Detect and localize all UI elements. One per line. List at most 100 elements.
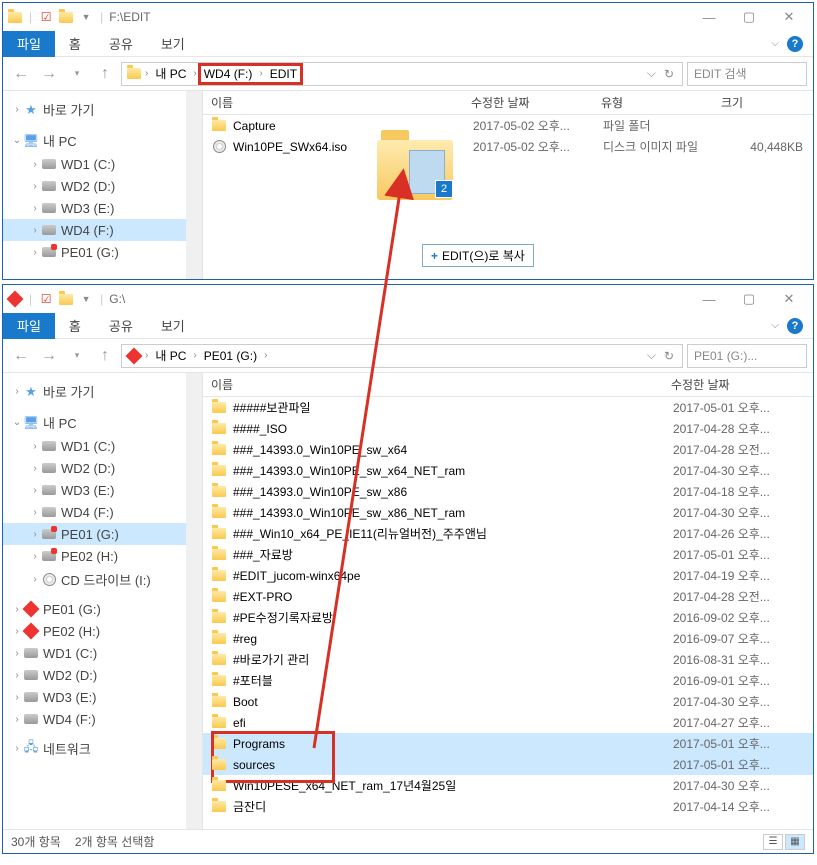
sidebar-drive[interactable]: › WD4 (F:) [3, 708, 202, 730]
address-bar[interactable]: › 내 PC › PE01 (G:) › ⌵ ↻ [121, 344, 683, 368]
file-row[interactable]: efi 2017-04-27 오후... [203, 712, 813, 733]
file-list[interactable]: 이름 수정한 날짜 #####보관파일 2017-05-01 오후... ###… [203, 373, 813, 829]
file-row[interactable]: Win10PE_SWx64.iso 2017-05-02 오후... 디스크 이… [203, 136, 813, 157]
maximize-button[interactable]: ▢ [737, 289, 761, 309]
file-row[interactable]: #####보관파일 2017-05-01 오후... [203, 397, 813, 418]
sidebar-drive[interactable]: › PE01 (G:) [3, 598, 202, 620]
chevron-right-icon[interactable]: › [29, 203, 41, 214]
chevron-right-icon[interactable]: › [256, 68, 265, 79]
search-input[interactable]: PE01 (G:)... [687, 344, 807, 368]
file-row[interactable]: 금잔디 2017-04-14 오후... [203, 796, 813, 817]
sidebar-drive[interactable]: › WD3 (E:) [3, 686, 202, 708]
chevron-right-icon[interactable]: › [29, 247, 41, 258]
file-row[interactable]: Programs 2017-05-01 오후... [203, 733, 813, 754]
back-button[interactable]: ← [9, 62, 33, 86]
col-type[interactable]: 유형 [593, 94, 713, 111]
help-icon[interactable]: ? [787, 318, 803, 334]
dropdown-icon[interactable]: ⌵ [643, 66, 660, 81]
sidebar-drive[interactable]: › WD1 (C:) [3, 435, 202, 457]
tab-home[interactable]: 홈 [55, 30, 95, 57]
recent-dropdown[interactable]: ▾ [65, 62, 89, 86]
chevron-right-icon[interactable]: › [11, 604, 23, 615]
dropdown-chevron-icon[interactable]: ▼ [78, 9, 94, 25]
dropdown-icon[interactable]: ⌵ [643, 348, 660, 363]
search-input[interactable]: EDIT 검색 [687, 62, 807, 86]
sidebar-drive[interactable]: › WD2 (D:) [3, 664, 202, 686]
view-icons-button[interactable]: ▦ [785, 834, 805, 850]
chevron-right-icon[interactable]: › [11, 714, 23, 725]
chevron-right-icon[interactable]: › [142, 68, 151, 79]
chevron-right-icon[interactable]: › [11, 104, 23, 115]
chevron-right-icon[interactable]: › [11, 670, 23, 681]
chevron-right-icon[interactable]: › [29, 181, 41, 192]
chevron-right-icon[interactable]: › [29, 441, 41, 452]
minimize-button[interactable]: — [697, 289, 721, 309]
scrollbar[interactable] [186, 91, 202, 279]
expand-ribbon-icon[interactable]: ⌵ [771, 320, 779, 331]
forward-button[interactable]: → [37, 344, 61, 368]
help-icon[interactable]: ? [787, 36, 803, 52]
refresh-icon[interactable]: ↻ [660, 67, 678, 81]
maximize-button[interactable]: ▢ [737, 7, 761, 27]
chevron-right-icon[interactable]: › [29, 507, 41, 518]
up-button[interactable]: ↑ [93, 344, 117, 368]
tab-file[interactable]: 파일 [3, 31, 55, 57]
chevron-right-icon[interactable]: › [11, 386, 23, 397]
col-date[interactable]: 수정한 날짜 [663, 376, 793, 393]
tab-view[interactable]: 보기 [147, 312, 199, 339]
tab-share[interactable]: 공유 [95, 30, 147, 57]
chevron-right-icon[interactable]: › [29, 529, 41, 540]
sidebar-drive[interactable]: › WD1 (C:) [3, 642, 202, 664]
chevron-right-icon[interactable]: › [29, 485, 41, 496]
file-row[interactable]: #reg 2016-09-07 오후... [203, 628, 813, 649]
chevron-right-icon[interactable]: › [11, 743, 23, 754]
chevron-right-icon[interactable]: › [142, 350, 151, 361]
tab-share[interactable]: 공유 [95, 312, 147, 339]
file-row[interactable]: Win10PESE_x64_NET_ram_17년4월25일 2017-04-3… [203, 775, 813, 796]
expand-ribbon-icon[interactable]: ⌵ [771, 38, 779, 49]
addr-root[interactable]: 내 PC [151, 65, 190, 82]
scrollbar[interactable] [186, 373, 202, 829]
minimize-button[interactable]: — [697, 7, 721, 27]
sidebar-quick-access[interactable]: › ★ 바로 가기 [3, 379, 202, 404]
close-button[interactable]: ✕ [777, 7, 801, 27]
close-button[interactable]: ✕ [777, 289, 801, 309]
tab-home[interactable]: 홈 [55, 312, 95, 339]
up-button[interactable]: ↑ [93, 62, 117, 86]
sidebar-drive[interactable]: › PE02 (H:) [3, 545, 202, 567]
tab-file[interactable]: 파일 [3, 313, 55, 339]
file-row[interactable]: ###_14393.0_Win10PE_sw_x86 2017-04-18 오후… [203, 481, 813, 502]
refresh-icon[interactable]: ↻ [660, 349, 678, 363]
chevron-right-icon[interactable]: › [29, 225, 41, 236]
sidebar-drive[interactable]: › WD1 (C:) [3, 153, 202, 175]
chevron-down-icon[interactable]: ⌄ [11, 417, 23, 428]
file-row[interactable]: #포터블 2016-09-01 오후... [203, 670, 813, 691]
file-row[interactable]: ###_14393.0_Win10PE_sw_x64 2017-04-28 오전… [203, 439, 813, 460]
tab-view[interactable]: 보기 [147, 30, 199, 57]
sidebar-drive[interactable]: › WD4 (F:) [3, 501, 202, 523]
chevron-right-icon[interactable]: › [11, 626, 23, 637]
sidebar-drive[interactable]: › WD3 (E:) [3, 479, 202, 501]
sidebar-quick-access[interactable]: › ★ 바로 가기 [3, 97, 202, 122]
sidebar-drive[interactable]: › WD2 (D:) [3, 457, 202, 479]
file-row[interactable]: ###_Win10_x64_PE_IE11(리뉴얼버전)_주주앤님 2017-0… [203, 523, 813, 544]
view-details-button[interactable]: ☰ [763, 834, 783, 850]
file-row[interactable]: ####_ISO 2017-04-28 오후... [203, 418, 813, 439]
chevron-right-icon[interactable]: › [11, 648, 23, 659]
chevron-right-icon[interactable]: › [29, 463, 41, 474]
file-row[interactable]: #EDIT_jucom-winx64pe 2017-04-19 오후... [203, 565, 813, 586]
sidebar-drive[interactable]: › PE02 (H:) [3, 620, 202, 642]
titlebar[interactable]: | ☑ ▼ | G:\ — ▢ ✕ [3, 285, 813, 313]
titlebar[interactable]: | ☑ ▼ | F:\EDIT — ▢ ✕ [3, 3, 813, 31]
chevron-right-icon[interactable]: › [190, 350, 199, 361]
chevron-right-icon[interactable]: › [261, 350, 270, 361]
file-row[interactable]: ###_14393.0_Win10PE_sw_x64_NET_ram 2017-… [203, 460, 813, 481]
addr-seg-folder[interactable]: EDIT [266, 67, 301, 81]
file-row[interactable]: Boot 2017-04-30 오후... [203, 691, 813, 712]
sidebar-network[interactable]: › 🖧 네트워크 [3, 736, 202, 761]
file-row[interactable]: ###_자료방 2017-05-01 오후... [203, 544, 813, 565]
file-row[interactable]: Capture 2017-05-02 오후... 파일 폴더 [203, 115, 813, 136]
sidebar-drive[interactable]: › WD2 (D:) [3, 175, 202, 197]
check-icon[interactable]: ☑ [38, 291, 54, 307]
addr-root[interactable]: 내 PC [151, 347, 190, 364]
